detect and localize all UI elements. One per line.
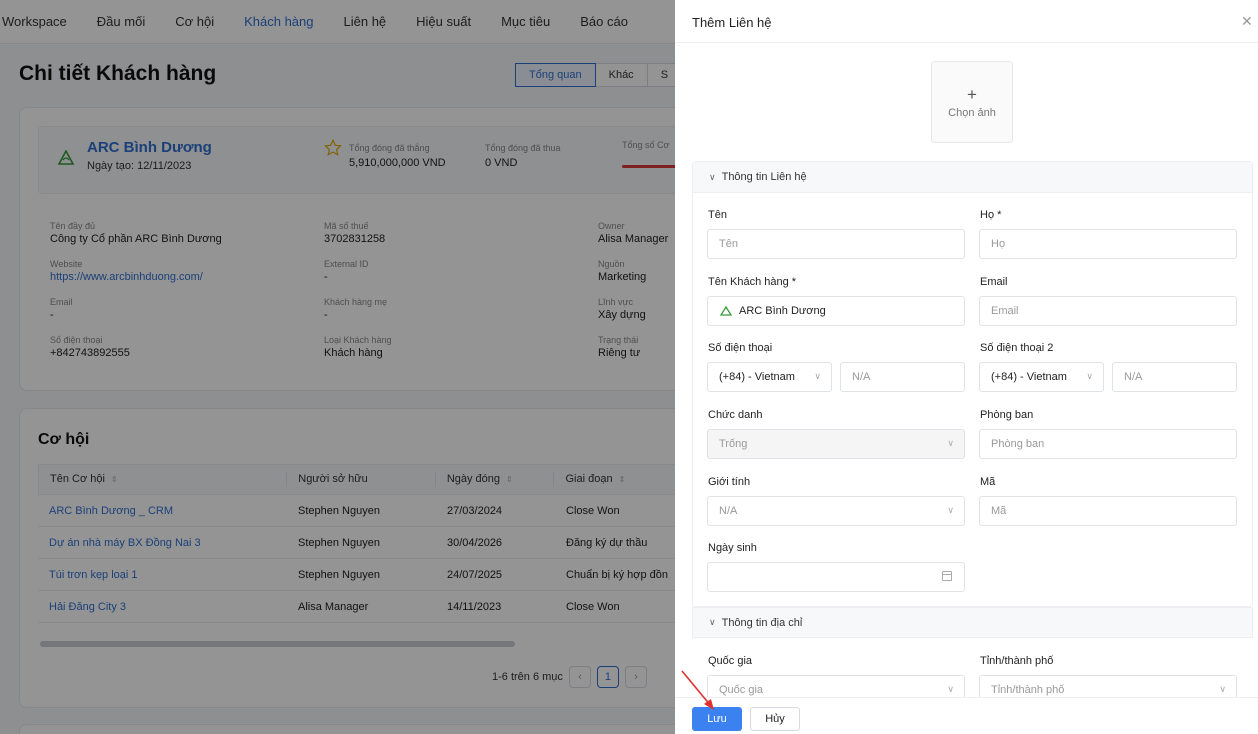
first-name-label: Tên bbox=[708, 209, 727, 221]
address-info-header[interactable]: ∨ Thông tin địa chỉ bbox=[692, 607, 1253, 638]
phone-input[interactable]: N/A bbox=[840, 362, 965, 392]
department-label: Phòng ban bbox=[980, 409, 1034, 421]
job-title-select[interactable]: Trống ∨ bbox=[707, 429, 965, 459]
drawer-footer: Lưu Hủy bbox=[675, 697, 1258, 734]
avatar-upload[interactable]: + Chọn ảnh bbox=[931, 61, 1013, 143]
section-title: Thông tin địa chỉ bbox=[721, 616, 803, 629]
chevron-down-icon: ∨ bbox=[709, 171, 716, 182]
chevron-down-icon: ∨ bbox=[709, 617, 716, 627]
contact-info-header[interactable]: ∨ Thông tin Liên hệ bbox=[693, 162, 1252, 193]
gender-label: Giới tính bbox=[708, 476, 751, 488]
last-name-input[interactable]: Họ bbox=[979, 229, 1237, 259]
account-name-input[interactable]: ARC Bình Dương bbox=[707, 296, 965, 326]
code-label: Mã bbox=[980, 476, 996, 488]
account-name-label: Tên Khách hàng * bbox=[708, 276, 797, 288]
calendar-icon bbox=[942, 571, 952, 581]
account-logo-icon bbox=[719, 306, 733, 316]
job-title-label: Chức danh bbox=[708, 409, 763, 421]
email-label: Email bbox=[980, 276, 1008, 288]
phone2-country-select[interactable]: (+84) - Vietnam ∨ bbox=[979, 362, 1104, 392]
email-input[interactable]: Email bbox=[979, 296, 1237, 326]
chevron-down-icon: ∨ bbox=[947, 438, 954, 448]
add-contact-drawer: Thêm Liên hệ ✕ + Chọn ảnh ∨ Thông tin Li… bbox=[675, 0, 1258, 734]
birthday-label: Ngày sinh bbox=[708, 542, 757, 554]
phone2-label: Số điện thoại 2 bbox=[980, 342, 1054, 354]
first-name-input[interactable]: Tên bbox=[707, 229, 965, 259]
plus-icon: + bbox=[967, 84, 977, 104]
chevron-down-icon: ∨ bbox=[1086, 371, 1093, 381]
country-label: Quốc gia bbox=[708, 655, 753, 667]
account-name-value: ARC Bình Dương bbox=[739, 305, 826, 317]
last-name-label: Họ * bbox=[980, 209, 1002, 221]
avatar-upload-label: Chọn ảnh bbox=[948, 106, 996, 119]
annotation-arrow-icon bbox=[681, 670, 714, 710]
phone-label: Số điện thoại bbox=[708, 342, 773, 354]
chevron-down-icon: ∨ bbox=[947, 505, 954, 515]
phone2-country-value: (+84) - Vietnam bbox=[991, 371, 1067, 383]
phone-country-select[interactable]: (+84) - Vietnam ∨ bbox=[707, 362, 832, 392]
drawer-header: Thêm Liên hệ ✕ bbox=[675, 0, 1258, 43]
gender-select[interactable]: N/A ∨ bbox=[707, 496, 965, 526]
chevron-down-icon: ∨ bbox=[814, 371, 821, 381]
gender-value: N/A bbox=[719, 505, 738, 517]
chevron-down-icon: ∨ bbox=[1219, 684, 1226, 694]
close-icon[interactable]: ✕ bbox=[1241, 13, 1253, 30]
country-placeholder: Quốc gia bbox=[719, 684, 764, 696]
department-input[interactable]: Phòng ban bbox=[979, 429, 1237, 459]
job-title-value: Trống bbox=[719, 438, 748, 450]
phone2-input[interactable]: N/A bbox=[1112, 362, 1237, 392]
city-placeholder: Tỉnh/thành phố bbox=[991, 684, 1065, 696]
section-title: Thông tin Liên hệ bbox=[721, 171, 807, 183]
code-input[interactable]: Mã bbox=[979, 496, 1237, 526]
birthday-date-picker[interactable] bbox=[707, 562, 965, 592]
cancel-button[interactable]: Hủy bbox=[750, 707, 800, 731]
drawer-title: Thêm Liên hệ bbox=[692, 15, 772, 30]
modal-overlay[interactable] bbox=[0, 0, 675, 734]
city-label: Tỉnh/thành phố bbox=[980, 655, 1054, 667]
phone-country-value: (+84) - Vietnam bbox=[719, 371, 795, 383]
chevron-down-icon: ∨ bbox=[947, 684, 954, 694]
